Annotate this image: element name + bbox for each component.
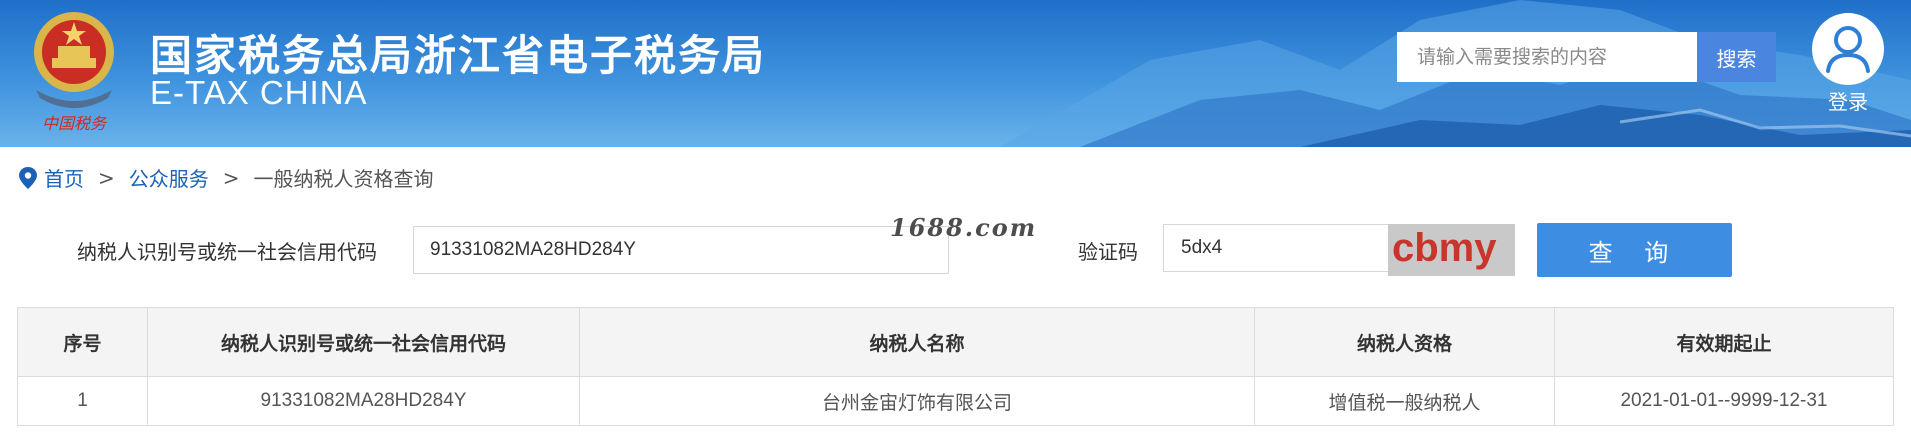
user-icon <box>1826 26 1870 73</box>
search-box <box>1397 32 1697 82</box>
breadcrumb-separator: > <box>98 165 115 190</box>
taxid-label: 纳税人识别号或统一社会信用代码 <box>77 240 377 264</box>
watermark-text: 1688.com <box>890 213 1038 242</box>
column-header: 纳税人识别号或统一社会信用代码 <box>147 307 580 377</box>
breadcrumb-public-services[interactable]: 公众服务 <box>129 163 209 192</box>
cell-validity-period: 2021-01-01--9999-12-31 <box>1554 376 1894 426</box>
breadcrumb-current: 一般纳税人资格查询 <box>253 167 434 191</box>
table-header-row: 序号 纳税人识别号或统一社会信用代码 纳税人名称 纳税人资格 有效期起止 <box>17 307 1894 377</box>
taxid-input[interactable]: 91331082MA28HD284Y <box>413 226 949 274</box>
national-emblem-logo: 中国税务 <box>22 6 126 133</box>
captcha-image-text: cbmy <box>1392 226 1497 270</box>
column-header: 序号 <box>17 307 148 377</box>
captcha-label: 验证码 <box>1078 240 1138 264</box>
results-table: 序号 纳税人识别号或统一社会信用代码 纳税人名称 纳税人资格 有效期起止 1 9… <box>17 307 1894 426</box>
site-subtitle: E-TAX CHINA <box>150 74 368 111</box>
cell-taxid: 91331082MA28HD284Y <box>147 376 580 426</box>
column-header: 有效期起止 <box>1554 307 1894 377</box>
column-header: 纳税人资格 <box>1254 307 1555 377</box>
captcha-input[interactable]: 5dx4 <box>1163 224 1389 272</box>
cell-qualification: 增值税一般纳税人 <box>1254 376 1555 426</box>
breadcrumb-home[interactable]: 首页 <box>44 163 84 192</box>
site-header: 中国税务 国家税务总局浙江省电子税务局 E-TAX CHINA 搜索 登录 <box>0 0 1911 147</box>
search-button[interactable]: 搜索 <box>1697 32 1776 82</box>
cell-index: 1 <box>17 376 148 426</box>
breadcrumb-separator: > <box>222 165 240 190</box>
location-pin-icon <box>19 166 37 189</box>
taxid-input-value: 91331082MA28HD284Y <box>430 239 636 260</box>
search-input[interactable] <box>1397 32 1697 82</box>
login-link[interactable]: 登录 <box>1822 86 1874 115</box>
breadcrumb: 首页 > 公众服务 > 一般纳税人资格查询 <box>18 163 434 192</box>
query-button[interactable]: 查 询 <box>1537 223 1732 277</box>
emblem-caption: 中国税务 <box>42 114 108 131</box>
captcha-input-value: 5dx4 <box>1181 237 1223 258</box>
cell-taxpayer-name: 台州金宙灯饰有限公司 <box>579 376 1255 426</box>
captcha-image[interactable]: cbmy <box>1388 224 1515 276</box>
user-avatar[interactable] <box>1812 13 1884 85</box>
column-header: 纳税人名称 <box>579 307 1255 377</box>
table-row: 1 91331082MA28HD284Y 台州金宙灯饰有限公司 增值税一般纳税人… <box>17 376 1894 426</box>
